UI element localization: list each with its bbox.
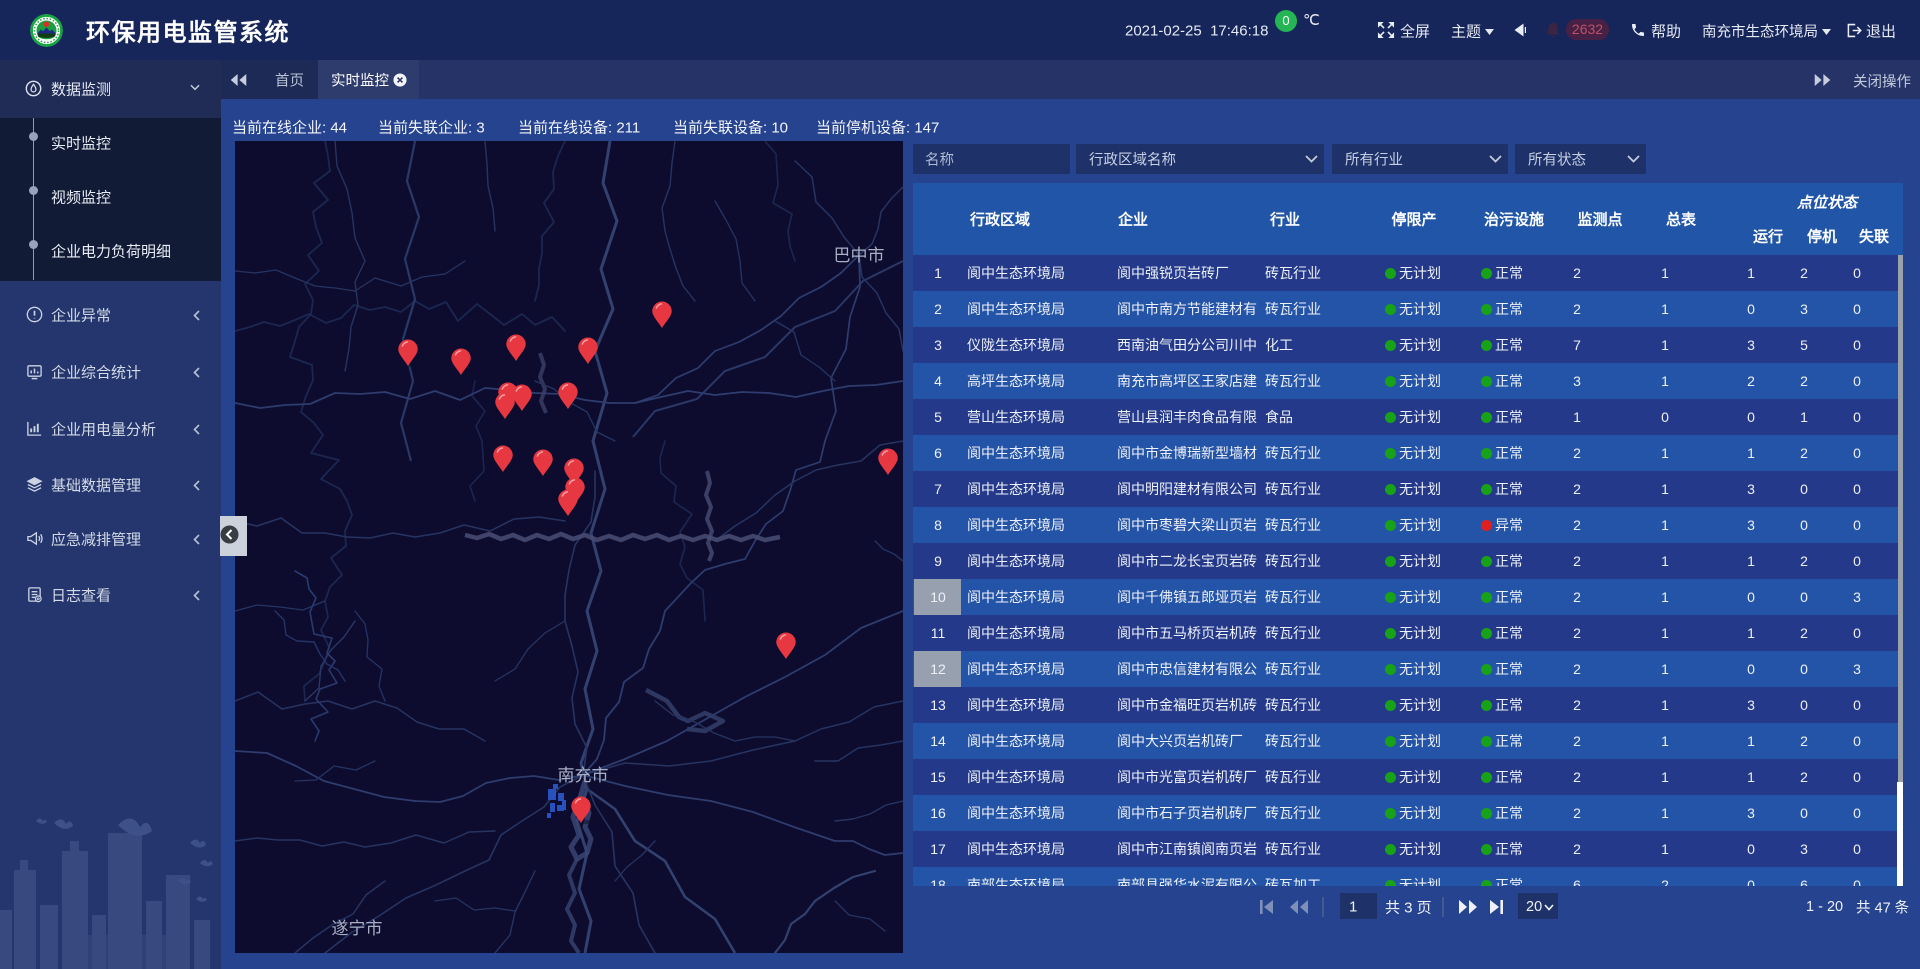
svg-text:南充市: 南充市: [558, 766, 609, 785]
svg-text:巴中市: 巴中市: [834, 246, 885, 265]
svg-text:遂宁市: 遂宁市: [332, 919, 383, 938]
